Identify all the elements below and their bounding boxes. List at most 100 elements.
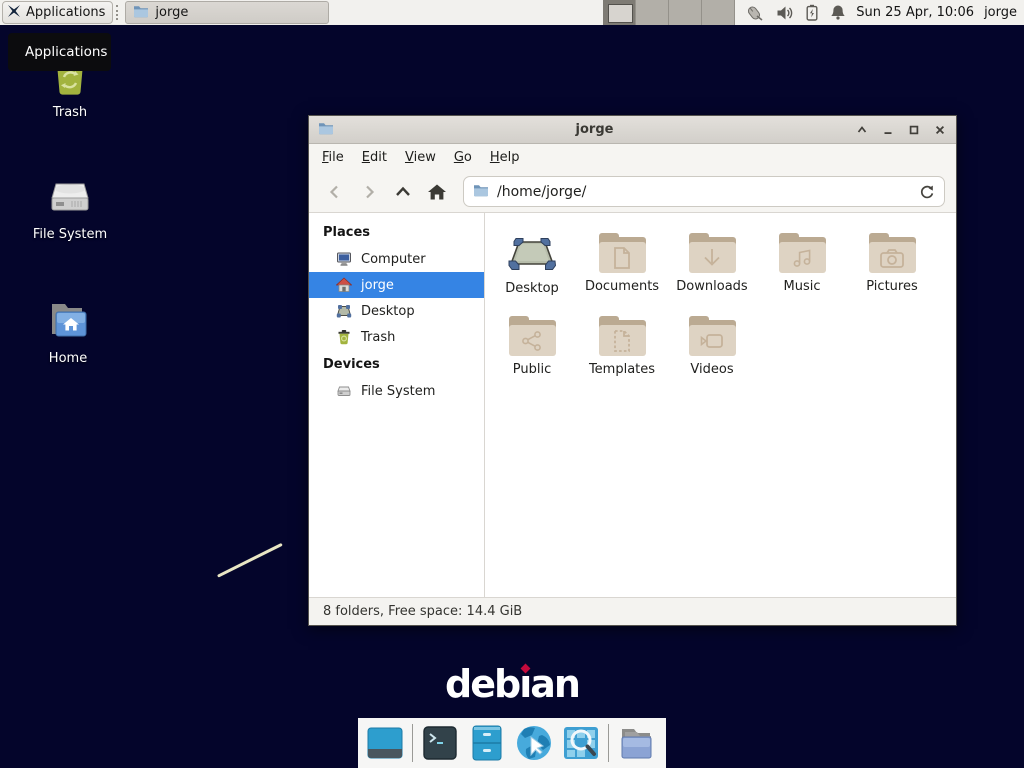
share-icon [521,330,543,352]
desktop-special-icon [508,233,556,275]
toolbar: /home/jorge/ [309,171,956,213]
directory-icon [616,725,656,761]
folder-label: Pictures [866,279,917,294]
tooltip-text: Applications [25,44,107,60]
desktop-icon-label: File System [14,227,126,242]
folder-icon-view[interactable]: Desktop Documents Download [485,213,956,597]
sidebar-item-filesystem[interactable]: File System [309,378,484,404]
templates-folder-icon [599,316,646,356]
folder-item-downloads[interactable]: Downloads [667,233,757,296]
desktop-icon [336,303,352,319]
notifications-icon[interactable] [830,4,846,21]
sidebar-item-trash[interactable]: Trash [309,324,484,350]
maximize-button[interactable] [907,123,921,137]
applications-menu-button[interactable]: Applications [2,1,113,24]
folder-window-icon [133,3,149,23]
minimize-button[interactable] [881,123,895,137]
applications-tooltip: Applications [8,33,111,71]
folder-item-templates[interactable]: Templates [577,316,667,377]
folder-item-pictures[interactable]: Pictures [847,233,937,296]
workspace-1[interactable] [603,0,636,25]
app-finder-launcher[interactable] [561,723,601,763]
home-button[interactable] [422,177,452,207]
location-folder-icon [473,182,489,202]
folder-item-music[interactable]: Music [757,233,847,296]
forward-button[interactable] [354,177,384,207]
terminal-launcher[interactable] [420,723,460,763]
menu-edit[interactable]: Edit [353,145,396,170]
cursor-artifact [217,543,283,578]
sidebar-item-label: Computer [361,252,426,267]
trash-small-icon [336,329,352,345]
dock-separator [412,724,413,762]
up-button[interactable] [388,177,418,207]
sidebar-item-label: jorge [361,278,394,293]
close-button[interactable] [933,123,947,137]
sidebar-places-header: Places [309,218,484,246]
desktop-icon-label: Home [12,351,124,366]
pictures-folder-icon [869,233,916,273]
location-path[interactable]: /home/jorge/ [497,184,586,200]
workspace-4[interactable] [702,0,735,25]
directory-launcher[interactable] [616,723,656,763]
reload-button[interactable] [919,184,935,200]
folder-item-desktop[interactable]: Desktop [487,233,577,296]
desktop-icon-filesystem[interactable]: File System [14,172,126,242]
menu-help[interactable]: Help [481,145,529,170]
status-bar: 8 folders, Free space: 14.4 GiB [309,597,956,625]
application-finder-icon [562,724,600,762]
location-bar[interactable]: /home/jorge/ [463,176,945,207]
documents-folder-icon [599,233,646,273]
web-browser-launcher[interactable] [514,723,554,763]
panel-handle[interactable] [116,5,122,20]
top-panel: Applications jorge [0,0,1024,25]
workspace-pager[interactable] [603,0,735,25]
show-desktop-icon [366,724,404,762]
workspace-2[interactable] [636,0,669,25]
sidebar-item-jorge[interactable]: jorge [309,272,484,298]
system-tray [744,4,846,22]
public-folder-icon [509,316,556,356]
shade-button[interactable] [855,123,869,137]
drive-icon [46,172,94,220]
menu-view[interactable]: View [396,145,445,170]
debian-logo-text: deb [445,662,519,706]
web-browser-icon [514,723,554,763]
folder-item-videos[interactable]: Videos [667,316,757,377]
panel-username[interactable]: jorge [984,5,1017,20]
debian-logo-text: an [530,662,579,706]
desktop-icon-home[interactable]: Home [12,296,124,366]
file-manager-window: jorge File Edit View Go Help [308,115,957,626]
taskbar-window-button[interactable]: jorge [125,1,329,24]
desktop-icon-label: Trash [14,105,126,120]
window-titlebar[interactable]: jorge [309,116,956,144]
workspace-3[interactable] [669,0,702,25]
download-arrow-icon [701,247,723,269]
home-folder-icon [44,296,92,344]
show-desktop-button[interactable] [365,723,405,763]
sidebar-item-computer[interactable]: Computer [309,246,484,272]
folder-item-documents[interactable]: Documents [577,233,667,296]
pointing-device-icon[interactable] [744,4,764,22]
sidebar-devices-header: Devices [309,350,484,378]
sidebar-item-label: File System [361,384,435,399]
videos-folder-icon [689,316,736,356]
menu-go[interactable]: Go [445,145,481,170]
folder-label: Videos [690,362,733,377]
home-icon [336,277,352,293]
menu-file[interactable]: File [313,145,353,170]
battery-icon[interactable] [806,4,818,21]
panel-clock[interactable]: Sun 25 Apr, 10:06 [856,5,974,20]
debian-logo: debıan [0,662,1024,706]
music-notes-icon [791,247,813,269]
dock-separator [608,724,609,762]
folder-label: Documents [585,279,659,294]
video-camera-icon [699,331,725,351]
back-button[interactable] [320,177,350,207]
window-title: jorge [334,122,855,137]
volume-icon[interactable] [776,5,794,21]
sidebar-item-desktop[interactable]: Desktop [309,298,484,324]
folder-item-public[interactable]: Public [487,316,577,377]
folder-label: Desktop [505,281,559,296]
file-manager-launcher[interactable] [467,723,507,763]
